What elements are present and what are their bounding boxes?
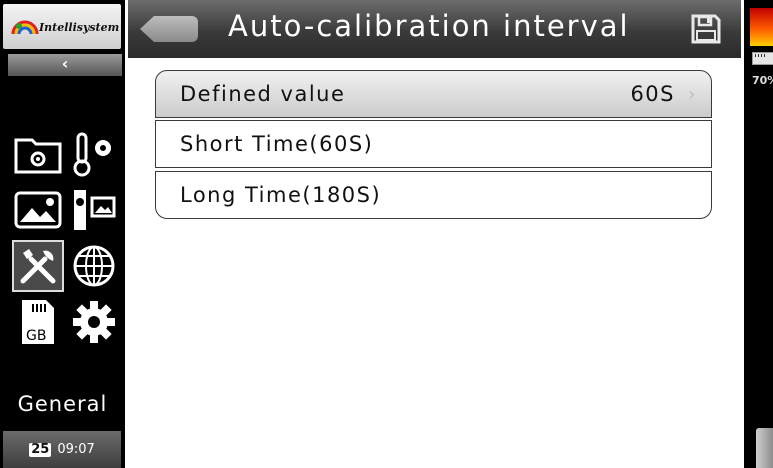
title-bar: Auto-calibration interval: [128, 0, 741, 58]
battery-icon: [752, 52, 773, 65]
category-temperature-settings[interactable]: [68, 128, 120, 180]
option-label: Long Time(180S): [180, 183, 382, 207]
sidebar-back-button[interactable]: ‹: [8, 54, 122, 76]
sd-card-label: GB: [26, 328, 46, 344]
calendar-icon: 25: [29, 441, 52, 457]
section-label: General: [17, 392, 108, 416]
image-icon: [14, 191, 62, 229]
chevron-right-icon: ›: [688, 84, 697, 105]
brand-logo: Intellisystem: [3, 4, 121, 49]
back-button[interactable]: [140, 16, 198, 42]
save-icon[interactable]: [691, 14, 721, 44]
category-video-settings[interactable]: [68, 184, 120, 236]
option-short-time[interactable]: Short Time(60S): [155, 120, 712, 168]
chevron-left-icon: ‹: [61, 54, 69, 73]
sd-card-icon: GB: [22, 300, 54, 344]
option-defined-value[interactable]: Defined value 60S ›: [155, 70, 712, 118]
battery-percent: 70%: [752, 74, 773, 87]
datetime-display: 25 09:07: [3, 431, 121, 468]
globe-icon: [73, 245, 115, 287]
folder-gear-icon: [14, 138, 62, 174]
status-strip: 70%: [744, 0, 773, 468]
option-label: Short Time(60S): [180, 132, 374, 156]
category-system[interactable]: [68, 296, 120, 348]
tools-icon: [20, 249, 56, 284]
clock-time: 09:07: [57, 442, 95, 457]
category-storage[interactable]: GB: [12, 296, 64, 348]
option-value: 60S: [630, 82, 675, 106]
category-image-settings[interactable]: [12, 184, 64, 236]
page-title: Auto-calibration interval: [228, 9, 630, 43]
category-folder-settings[interactable]: [12, 128, 64, 180]
option-label: Defined value: [180, 82, 346, 106]
logo-text: Intellisystem: [39, 21, 120, 34]
camera-image-icon: [74, 190, 116, 230]
category-tools[interactable]: [12, 240, 64, 292]
rainbow-logo-icon: [11, 20, 39, 35]
category-language[interactable]: [68, 240, 120, 292]
thermometer-gear-icon: [73, 132, 111, 177]
color-palette-indicator: [750, 8, 773, 46]
gear-icon: [73, 301, 115, 343]
option-long-time[interactable]: Long Time(180S): [155, 171, 712, 219]
storage-indicator: [756, 428, 773, 468]
sidebar: Intellisystem ‹ GB General 25 09:07: [0, 0, 125, 468]
